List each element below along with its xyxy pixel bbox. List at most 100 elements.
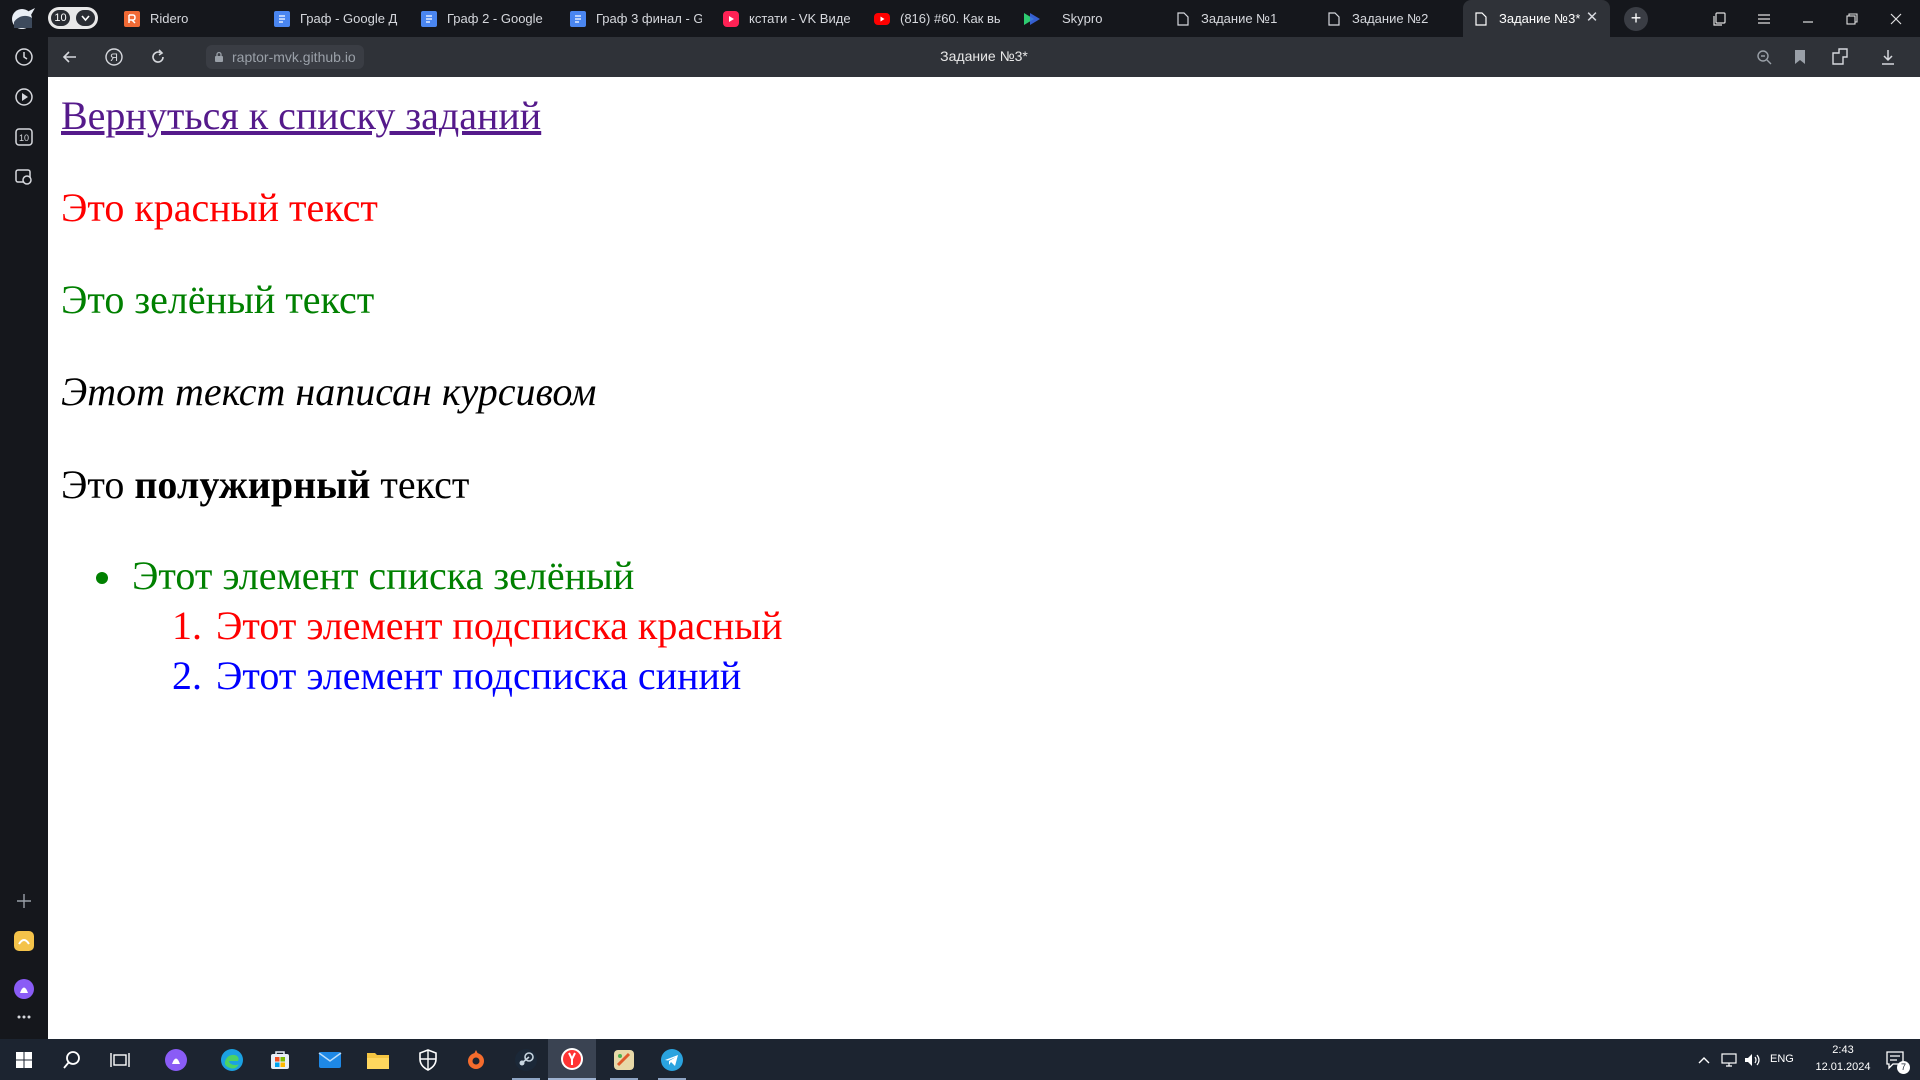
svg-text:Я: Я <box>110 52 118 64</box>
volume-icon[interactable] <box>1740 1039 1766 1080</box>
page-icon <box>1473 11 1489 27</box>
more-icon[interactable] <box>12 1005 36 1029</box>
url-text: raptor-mvk.github.io <box>232 49 356 65</box>
lock-icon <box>214 51 224 63</box>
tab-title: Skypro <box>1062 11 1103 26</box>
clock-time[interactable]: 2:43 <box>1822 1044 1864 1056</box>
yandex-browser-taskbar-icon[interactable] <box>548 1039 596 1080</box>
menu-icon[interactable] <box>1742 0 1786 37</box>
tab-title: Задание №2 <box>1352 11 1429 26</box>
tab-title: Граф 2 - Google <box>447 11 543 26</box>
bold-word: полужирный <box>134 462 371 507</box>
chevron-up-icon[interactable] <box>1690 1039 1718 1080</box>
alice-assistant-icon[interactable] <box>12 977 36 1001</box>
task-view-icon[interactable] <box>96 1039 144 1080</box>
paint-app-icon[interactable] <box>600 1039 648 1080</box>
web-page: Вернуться к списку заданий Это красный т… <box>48 77 1920 1039</box>
input-language[interactable]: ENG <box>1770 1053 1794 1065</box>
notifications-count: 7 <box>1897 1061 1910 1074</box>
network-icon[interactable] <box>1716 1039 1742 1080</box>
tab-title: Задание №3* <box>1499 11 1581 26</box>
bold-paragraph: Это полужирный текст <box>61 462 469 508</box>
security-shield-icon[interactable] <box>404 1039 452 1080</box>
origin-icon[interactable] <box>452 1039 500 1080</box>
tab-title: Задание №1 <box>1201 11 1278 26</box>
page-icon <box>1326 11 1342 27</box>
youtube-icon <box>874 12 890 25</box>
sublist-item-text: Этот элемент подсписка красный <box>216 603 783 648</box>
bold-paragraph-end: текст <box>370 462 470 507</box>
tab-title: (816) #60. Как вы <box>900 11 1000 26</box>
tab-task-3-active[interactable]: Задание №3* ✕ <box>1463 0 1610 37</box>
mail-icon[interactable] <box>306 1039 354 1080</box>
tab-counter-icon[interactable]: 10 <box>12 125 36 149</box>
back-icon[interactable] <box>58 45 82 69</box>
windows-taskbar: ENG 2:43 12.01.2024 7 <box>0 1039 1920 1080</box>
new-tab-button[interactable]: + <box>1624 7 1648 31</box>
browser-menu-button[interactable] <box>10 6 37 31</box>
tab-google-docs-3[interactable]: Граф 3 финал - G <box>560 0 706 37</box>
tab-groups-counter[interactable]: 10 <box>48 7 98 29</box>
tab-title: Ridero <box>150 11 189 26</box>
tab-ridero[interactable]: Ridero <box>114 0 261 37</box>
sublist-item-text: Этот элемент подсписка синий <box>216 653 742 698</box>
google-docs-icon <box>421 10 437 27</box>
list-bullet <box>96 572 108 584</box>
notifications-icon[interactable]: 7 <box>1872 1039 1920 1080</box>
restore-icon[interactable] <box>1830 0 1874 37</box>
close-tab-icon[interactable]: ✕ <box>1584 10 1600 26</box>
tab-google-docs-2[interactable]: Граф 2 - Google <box>411 0 555 37</box>
tab-skypro[interactable]: Skypro <box>1012 0 1158 37</box>
tab-google-docs-1[interactable]: Граф - Google Д <box>264 0 408 37</box>
browser-sidebar: 10 <box>0 37 48 1039</box>
tab-task-1[interactable]: Задание №1 <box>1165 0 1311 37</box>
tab-vk-video[interactable]: кстати - VK Виде <box>713 0 857 37</box>
steam-icon[interactable] <box>502 1039 550 1080</box>
screenshot-icon[interactable] <box>12 165 36 189</box>
tab-title: Граф - Google Д <box>300 11 398 26</box>
add-panel-icon[interactable] <box>12 889 36 913</box>
list-number: 2. <box>172 653 202 698</box>
svg-text:10: 10 <box>19 133 29 143</box>
page-icon <box>1175 11 1191 27</box>
bookmark-icon[interactable] <box>1788 45 1812 69</box>
edge-icon[interactable] <box>208 1039 256 1080</box>
sublist-item-blue: 2. Этот элемент подсписка синий <box>158 653 741 699</box>
alice-taskbar-icon[interactable] <box>152 1039 200 1080</box>
list-number: 1. <box>172 603 202 648</box>
red-paragraph: Это красный текст <box>61 185 378 230</box>
sublist-item-red: 1. Этот элемент подсписка красный <box>158 603 783 649</box>
telegram-icon[interactable] <box>648 1039 696 1080</box>
tab-task-2[interactable]: Задание №2 <box>1316 0 1462 37</box>
yandex-icon[interactable]: Я <box>102 45 126 69</box>
tab-youtube[interactable]: (816) #60. Как вы <box>864 0 1010 37</box>
store-icon[interactable] <box>256 1039 304 1080</box>
italic-paragraph: Этот текст написан курсивом <box>61 369 597 414</box>
back-to-tasks-link[interactable]: Вернуться к списку заданий <box>61 93 541 139</box>
collections-icon[interactable] <box>1698 0 1742 37</box>
zen-icon[interactable] <box>12 929 36 953</box>
google-docs-icon <box>570 10 586 27</box>
zoom-icon[interactable] <box>1752 45 1776 69</box>
download-icon[interactable] <box>1876 45 1900 69</box>
vk-video-icon <box>723 10 739 27</box>
history-icon[interactable] <box>12 45 36 69</box>
video-play-icon[interactable] <box>12 85 36 109</box>
extensions-icon[interactable] <box>1828 45 1852 69</box>
green-paragraph: Это зелёный текст <box>61 277 375 322</box>
close-window-icon[interactable] <box>1874 0 1918 37</box>
bold-paragraph-start: Это <box>61 462 135 507</box>
minimize-icon[interactable] <box>1786 0 1830 37</box>
windows-start-icon[interactable] <box>0 1039 48 1080</box>
url-field[interactable]: raptor-mvk.github.io <box>206 45 364 69</box>
clock-date[interactable]: 12.01.2024 <box>1806 1061 1880 1073</box>
search-icon[interactable] <box>48 1039 96 1080</box>
address-bar: Я raptor-mvk.github.io Задание №3* <box>48 37 1920 77</box>
ridero-favicon-icon <box>124 10 140 27</box>
reload-icon[interactable] <box>146 45 170 69</box>
list-item: Этот элемент списка зелёный <box>132 553 635 598</box>
file-explorer-icon[interactable] <box>354 1039 402 1080</box>
tab-title: кстати - VK Виде <box>749 11 851 26</box>
chevron-down-icon <box>76 10 95 26</box>
skypro-icon <box>1022 11 1042 27</box>
